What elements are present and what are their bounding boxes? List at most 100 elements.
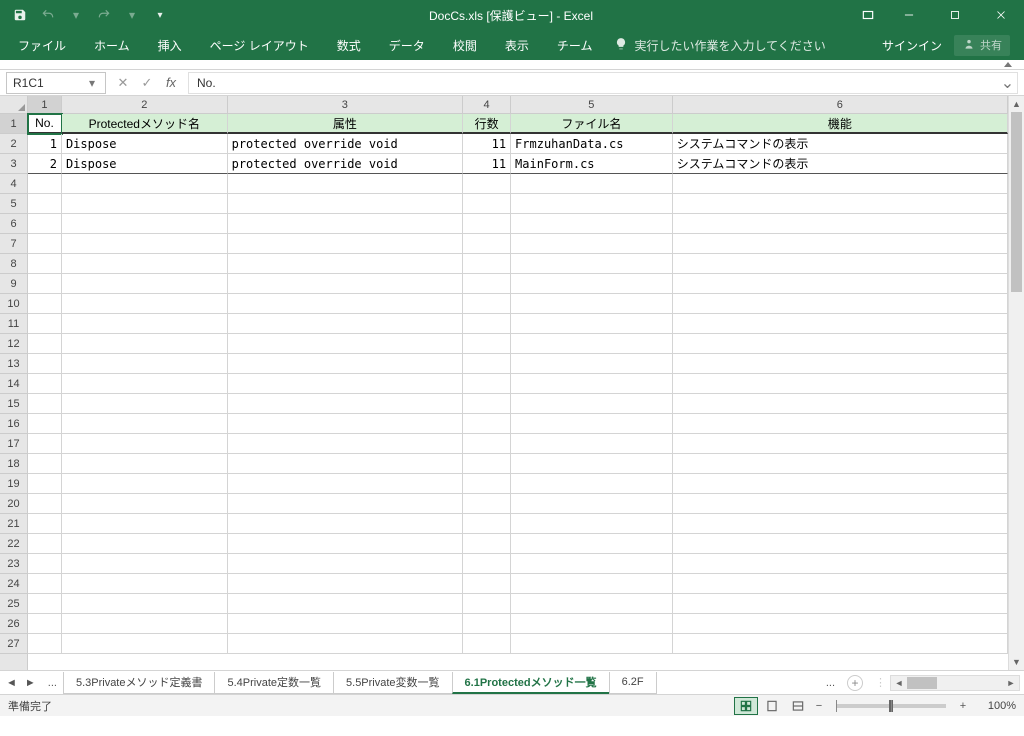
cell[interactable] — [28, 574, 62, 594]
sheet-tab[interactable]: 6.2F — [609, 672, 657, 694]
cell[interactable] — [673, 434, 1008, 454]
cell[interactable] — [673, 354, 1008, 374]
formula-expand-icon[interactable]: ⌄ — [998, 72, 1018, 94]
cell[interactable] — [463, 214, 511, 234]
cell[interactable] — [28, 254, 62, 274]
cell[interactable] — [62, 414, 228, 434]
cell[interactable] — [28, 634, 62, 654]
cell[interactable] — [228, 354, 464, 374]
cell[interactable] — [463, 294, 511, 314]
cell[interactable] — [62, 394, 228, 414]
row-header[interactable]: 10 — [0, 294, 27, 314]
cell[interactable] — [673, 454, 1008, 474]
add-sheet-icon[interactable]: + — [847, 675, 863, 691]
cell[interactable] — [28, 214, 62, 234]
cell[interactable] — [62, 174, 228, 194]
cell[interactable] — [463, 234, 511, 254]
cell[interactable] — [673, 214, 1008, 234]
sheet-overflow-right[interactable]: ... — [822, 677, 839, 689]
cell[interactable] — [228, 374, 464, 394]
ribbon-collapse-toggle[interactable] — [0, 60, 1024, 70]
sheet-nav-next-icon[interactable]: ► — [25, 677, 36, 689]
hscroll-left-icon[interactable]: ◄ — [891, 676, 907, 690]
cell[interactable] — [228, 394, 464, 414]
hscroll-thumb[interactable] — [907, 677, 937, 689]
cell[interactable] — [62, 474, 228, 494]
cell[interactable] — [228, 214, 464, 234]
cell[interactable] — [673, 174, 1008, 194]
row-header[interactable]: 15 — [0, 394, 27, 414]
vertical-scrollbar[interactable]: ▲ ▼ — [1008, 96, 1024, 670]
row-header[interactable]: 23 — [0, 554, 27, 574]
cell[interactable] — [28, 594, 62, 614]
cell[interactable]: 機能 — [673, 114, 1008, 134]
cell[interactable] — [673, 634, 1008, 654]
row-header[interactable]: 24 — [0, 574, 27, 594]
cell[interactable] — [62, 314, 228, 334]
cell[interactable] — [511, 594, 673, 614]
zoom-out-icon[interactable]: − — [812, 700, 826, 712]
cell[interactable] — [228, 554, 464, 574]
close-icon[interactable] — [978, 0, 1024, 30]
cell[interactable] — [28, 174, 62, 194]
cells-area[interactable]: No.Protectedメソッド名属性行数ファイル名機能1Disposeprot… — [28, 114, 1008, 670]
cell[interactable] — [463, 454, 511, 474]
cell[interactable] — [228, 434, 464, 454]
cell[interactable] — [62, 534, 228, 554]
row-header[interactable]: 17 — [0, 434, 27, 454]
zoom-slider-thumb[interactable] — [889, 700, 893, 712]
row-header[interactable]: 6 — [0, 214, 27, 234]
cell[interactable] — [463, 534, 511, 554]
cell[interactable] — [511, 454, 673, 474]
cell[interactable] — [62, 434, 228, 454]
cell[interactable] — [463, 354, 511, 374]
cell[interactable] — [62, 354, 228, 374]
row-header[interactable]: 21 — [0, 514, 27, 534]
cell[interactable] — [511, 434, 673, 454]
cell[interactable] — [62, 254, 228, 274]
column-header[interactable]: 4 — [463, 96, 511, 113]
cell[interactable] — [28, 414, 62, 434]
sheet-tab[interactable]: 6.1Protectedメソッド一覧 — [452, 672, 610, 694]
cell[interactable]: Dispose — [62, 154, 228, 174]
cell[interactable] — [62, 494, 228, 514]
cell[interactable] — [28, 474, 62, 494]
cell[interactable] — [62, 614, 228, 634]
cell[interactable] — [62, 554, 228, 574]
fx-icon[interactable]: fx — [162, 75, 180, 90]
cell[interactable] — [511, 514, 673, 534]
cell[interactable] — [673, 494, 1008, 514]
cell[interactable] — [463, 554, 511, 574]
cell[interactable] — [463, 314, 511, 334]
cell[interactable] — [28, 614, 62, 634]
cell[interactable] — [463, 334, 511, 354]
maximize-icon[interactable] — [932, 0, 978, 30]
undo-menu-icon[interactable]: ▾ — [64, 3, 88, 27]
cell[interactable] — [28, 234, 62, 254]
cell[interactable] — [463, 574, 511, 594]
cell[interactable]: Dispose — [62, 134, 228, 154]
cell[interactable] — [28, 274, 62, 294]
cell[interactable] — [228, 314, 464, 334]
cell[interactable] — [228, 294, 464, 314]
scroll-down-icon[interactable]: ▼ — [1009, 654, 1024, 670]
cell[interactable] — [673, 394, 1008, 414]
cell[interactable] — [62, 514, 228, 534]
row-header[interactable]: 27 — [0, 634, 27, 654]
cell[interactable] — [62, 194, 228, 214]
cell[interactable] — [62, 454, 228, 474]
row-header[interactable]: 20 — [0, 494, 27, 514]
cell[interactable] — [28, 494, 62, 514]
cell[interactable] — [511, 354, 673, 374]
row-header[interactable]: 4 — [0, 174, 27, 194]
cell[interactable] — [62, 294, 228, 314]
enter-formula-icon[interactable]: ✓ — [138, 75, 156, 91]
cell[interactable] — [463, 374, 511, 394]
cell[interactable] — [511, 174, 673, 194]
tab-data[interactable]: データ — [375, 30, 439, 60]
cell[interactable] — [511, 194, 673, 214]
cell[interactable] — [673, 294, 1008, 314]
cell[interactable] — [511, 314, 673, 334]
cell[interactable] — [673, 254, 1008, 274]
cell[interactable] — [62, 334, 228, 354]
